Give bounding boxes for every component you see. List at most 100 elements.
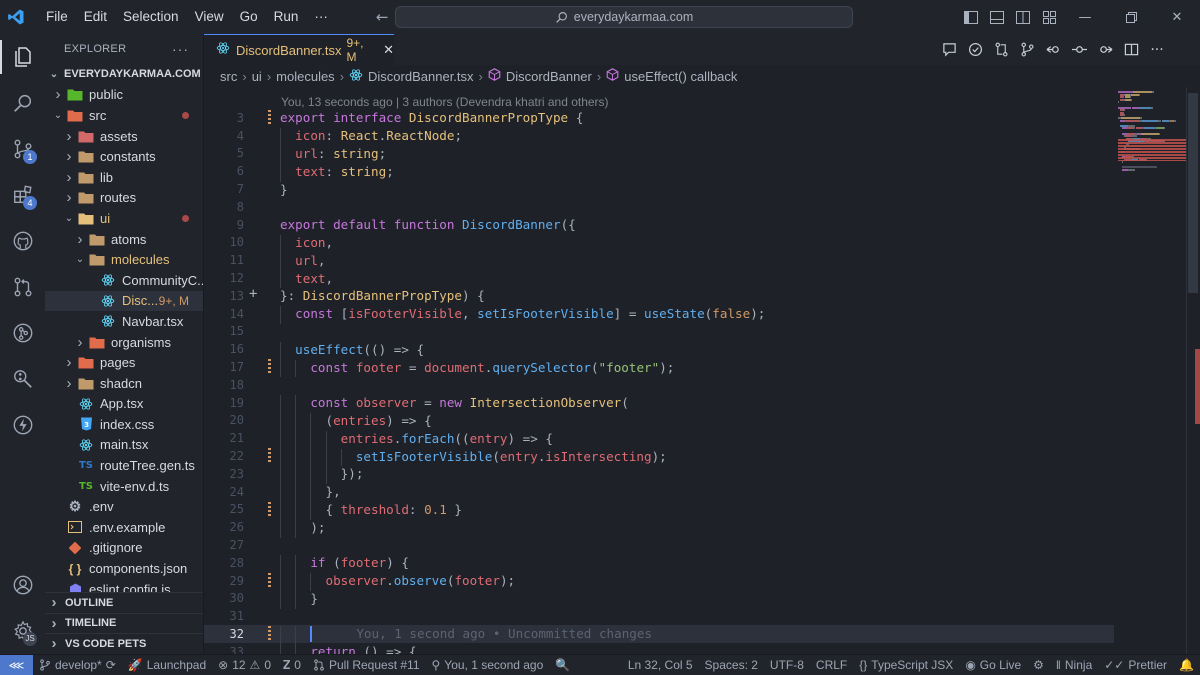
close-icon[interactable]: ✕ <box>383 43 394 58</box>
menu-item-3[interactable]: View <box>187 0 232 34</box>
tree-item-ui[interactable]: ⌄ ui <box>45 208 203 229</box>
toggle-primary-sidebar-icon[interactable] <box>958 0 984 34</box>
zoom-status[interactable]: 🔍 <box>549 655 576 675</box>
tree-item-index-css[interactable]: 3 index.css <box>45 414 203 435</box>
tree-item-env[interactable]: ⚙ .env <box>45 496 203 517</box>
indentation-status[interactable]: Spaces: 2 <box>699 655 764 675</box>
copilot-status[interactable]: ⚙ <box>1027 655 1050 675</box>
search-icon[interactable] <box>0 80 45 126</box>
tree-item-routetree-gen-ts[interactable]: TS routeTree.gen.ts <box>45 455 203 476</box>
minimap[interactable] <box>1118 87 1186 207</box>
vertical-scrollbar[interactable] <box>1186 87 1200 654</box>
pull-request-status[interactable]: Pull Request #11 <box>307 655 426 675</box>
tree-item-routes[interactable]: › routes <box>45 188 203 209</box>
breadcrumb-item-5[interactable]: useEffect() callback <box>624 69 737 84</box>
breadcrumb-item-4[interactable]: DiscordBanner <box>506 69 592 84</box>
tree-item-components-json[interactable]: { } components.json <box>45 558 203 579</box>
tree-item-src[interactable]: ⌄ src <box>45 105 203 126</box>
blame-status[interactable]: ⚲ You, 1 second ago <box>426 655 550 675</box>
tree-item-public[interactable]: › public <box>45 85 203 106</box>
tree-item-pages[interactable]: › pages <box>45 352 203 373</box>
tab-discordbanner[interactable]: DiscordBanner.tsx 9+, M ✕ <box>204 34 394 65</box>
back-arrow-icon[interactable]: ← <box>376 8 389 26</box>
more-actions-icon[interactable]: ··· <box>172 41 189 57</box>
menu-item-4[interactable]: Go <box>232 0 266 34</box>
tree-item-molecules[interactable]: ⌄ molecules <box>45 249 203 270</box>
previous-change-icon[interactable] <box>1042 39 1064 61</box>
workspace-root[interactable]: ⌄ EVERYDAYKARMAA.COM <box>45 64 203 85</box>
notifications-status[interactable]: 🔔 <box>1173 655 1200 675</box>
github-icon[interactable] <box>0 218 45 264</box>
section-outline[interactable]: › OUTLINE <box>45 592 203 613</box>
explorer-icon[interactable] <box>0 34 45 80</box>
lightning-icon[interactable] <box>0 402 45 448</box>
sync-icon[interactable]: ⟳ <box>106 658 116 672</box>
gitlens-icon[interactable] <box>0 310 45 356</box>
compare-changes-icon[interactable] <box>990 39 1012 61</box>
tree-item-gitignore[interactable]: .gitignore <box>45 538 203 559</box>
breadcrumb-item-0[interactable]: src <box>220 69 237 84</box>
restore-icon[interactable] <box>1108 0 1154 34</box>
menu-item-5[interactable]: Run <box>266 0 307 34</box>
comment-icon[interactable] <box>938 39 960 61</box>
launchpad-status[interactable]: 🚀 Launchpad <box>122 655 212 675</box>
branch-status[interactable]: develop* ⟳ <box>33 655 122 675</box>
problems-status[interactable]: ⊗ 12 ⚠ 0 <box>212 655 277 675</box>
extensions-icon[interactable]: 4 <box>0 172 45 218</box>
customize-layout-icon[interactable] <box>1036 0 1062 34</box>
command-center-search[interactable]: everydaykarmaa.com <box>395 6 853 28</box>
accounts-icon[interactable] <box>0 562 45 608</box>
menu-item-2[interactable]: Selection <box>115 0 187 34</box>
tree-item-assets[interactable]: › assets <box>45 126 203 147</box>
source-control-icon[interactable]: 1 <box>0 126 45 172</box>
menu-item-1[interactable]: Edit <box>76 0 115 34</box>
eol-status[interactable]: CRLF <box>810 655 853 675</box>
next-change-icon[interactable] <box>1094 39 1116 61</box>
code-token: false <box>712 306 751 322</box>
close-window-icon[interactable]: ✕ <box>1154 0 1200 34</box>
code-editor[interactable]: You, 13 seconds ago | 3 authors (Devendr… <box>204 87 1200 654</box>
manage-gear-icon[interactable]: JS <box>0 608 45 654</box>
cursor-position[interactable]: Ln 32, Col 5 <box>622 655 699 675</box>
tree-item-navbar-tsx[interactable]: Navbar.tsx <box>45 311 203 332</box>
section-timeline[interactable]: › TIMELINE <box>45 612 203 633</box>
check-circle-icon[interactable] <box>964 39 986 61</box>
go-live-status[interactable]: ◉ Go Live <box>959 655 1027 675</box>
code-token: string <box>340 163 387 179</box>
prettier-status[interactable]: ✓✓ Prettier <box>1098 655 1173 675</box>
commit-icon[interactable] <box>1068 39 1090 61</box>
tree-item-communityc[interactable]: CommunityC... <box>45 270 203 291</box>
breadcrumb-item-2[interactable]: molecules <box>276 69 335 84</box>
toggle-secondary-sidebar-icon[interactable] <box>1010 0 1036 34</box>
more-actions-icon[interactable]: ··· <box>1146 39 1168 61</box>
pull-requests-icon[interactable] <box>0 264 45 310</box>
git-graph-icon[interactable] <box>0 356 45 402</box>
tree-item-constants[interactable]: › constants <box>45 146 203 167</box>
encoding-status[interactable]: UTF-8 <box>764 655 810 675</box>
tree-item-shadcn[interactable]: › shadcn <box>45 373 203 394</box>
add-comment-icon[interactable]: + <box>249 286 257 302</box>
git-branch-icon[interactable] <box>1016 39 1038 61</box>
menu-item-0[interactable]: File <box>38 0 76 34</box>
chevron-right-icon: › <box>51 594 57 612</box>
tree-item-main-tsx[interactable]: main.tsx <box>45 435 203 456</box>
split-editor-icon[interactable] <box>1120 39 1142 61</box>
tree-item-lib[interactable]: › lib <box>45 167 203 188</box>
tree-item-app-tsx[interactable]: App.tsx <box>45 394 203 415</box>
ports-status[interactable]: 𝚭 0 <box>277 655 307 675</box>
section-vs-code-pets[interactable]: › VS CODE PETS <box>45 633 203 654</box>
breadcrumb-item-3[interactable]: DiscordBanner.tsx <box>368 69 474 84</box>
menu-item-6[interactable]: ··· <box>306 0 336 34</box>
tree-item-disc[interactable]: Disc... 9+, M <box>45 290 203 312</box>
tree-item-atoms[interactable]: › atoms <box>45 229 203 250</box>
toggle-panel-icon[interactable] <box>984 0 1010 34</box>
language-status[interactable]: {} TypeScript JSX <box>853 655 959 675</box>
scrollbar-thumb[interactable] <box>1188 93 1198 293</box>
ninja-status[interactable]: ‖ Ninja <box>1050 655 1098 675</box>
minimize-icon[interactable]: — <box>1062 0 1108 34</box>
tree-item-organisms[interactable]: › organisms <box>45 332 203 353</box>
tree-item-env-example[interactable]: .env.example <box>45 517 203 538</box>
tree-item-vite-env-d-ts[interactable]: TS vite-env.d.ts <box>45 476 203 497</box>
breadcrumb-item-1[interactable]: ui <box>252 69 262 84</box>
remote-indicator-icon[interactable]: ⋘ <box>0 654 33 675</box>
